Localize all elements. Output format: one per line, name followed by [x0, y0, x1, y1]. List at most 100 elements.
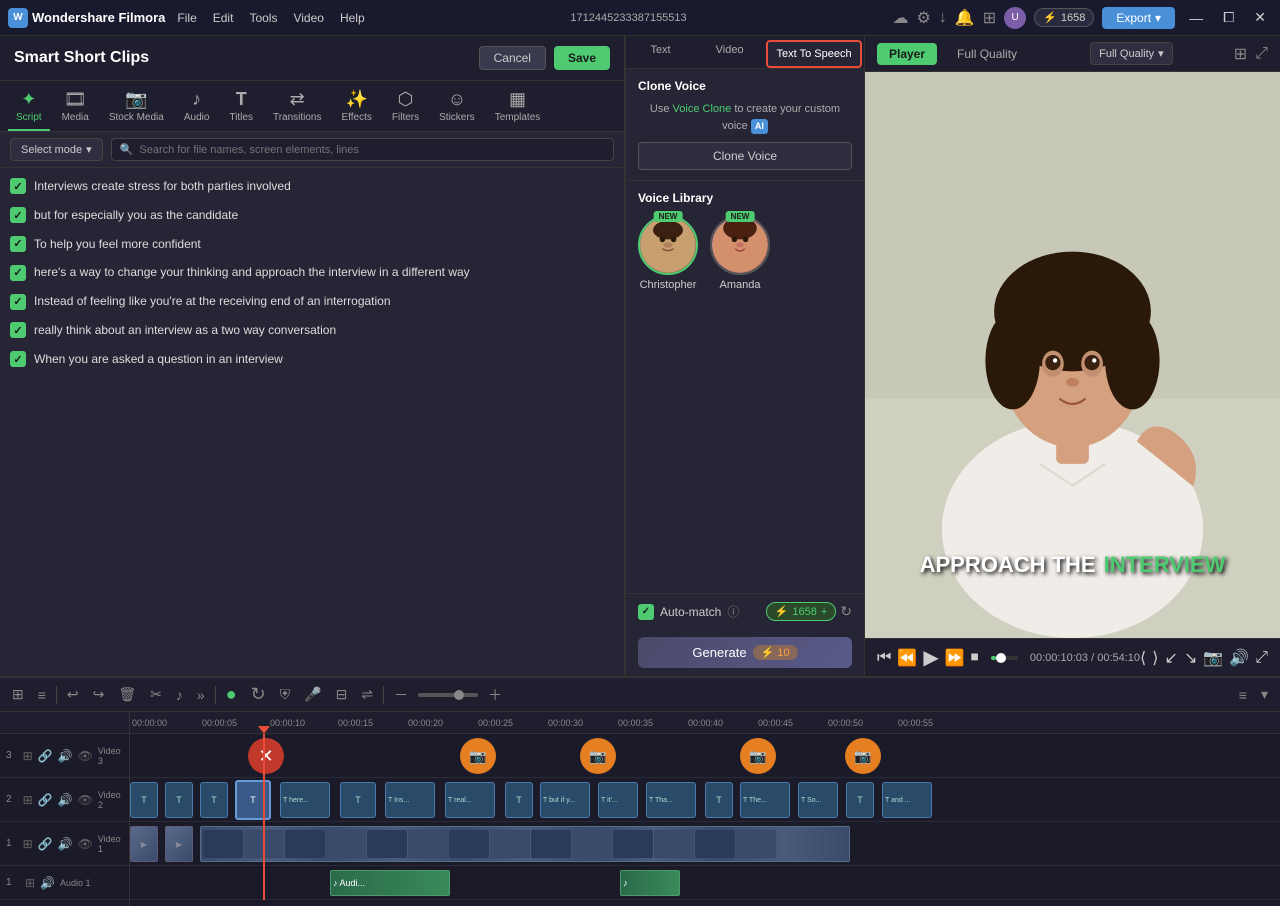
- text-clip-9[interactable]: T: [705, 782, 733, 818]
- track1-mute-button[interactable]: 🔊: [57, 836, 74, 852]
- text-clip-here[interactable]: T here...: [280, 782, 330, 818]
- refresh-icon[interactable]: ↻: [840, 603, 852, 620]
- checkbox-7[interactable]: [10, 351, 26, 367]
- text-clip-so[interactable]: T So...: [798, 782, 838, 818]
- music-button[interactable]: ♪: [172, 685, 187, 705]
- tab-script[interactable]: ✦ Script: [8, 85, 50, 131]
- tab-text[interactable]: Text: [626, 36, 695, 68]
- text-clip-3[interactable]: T: [200, 782, 228, 818]
- list-item[interactable]: Interviews create stress for both partie…: [0, 172, 624, 201]
- track3-mute-button[interactable]: 🔊: [57, 748, 74, 764]
- tab-templates[interactable]: ▦ Templates: [487, 85, 549, 131]
- checkbox-1[interactable]: [10, 178, 26, 194]
- step-forward-button[interactable]: ⏩: [945, 648, 965, 668]
- grid-icon[interactable]: ⊞: [983, 8, 996, 28]
- speed-button[interactable]: ●: [222, 682, 241, 707]
- video-clip-thumb-1[interactable]: ▶: [130, 826, 158, 862]
- progress-bar[interactable]: [991, 656, 1018, 660]
- track2-mute-button[interactable]: 🔊: [57, 792, 74, 808]
- tab-effects[interactable]: ✨ Effects: [334, 85, 380, 131]
- volume-button[interactable]: 🔊: [1229, 648, 1249, 668]
- track-settings-button[interactable]: ≡: [34, 685, 50, 705]
- auto-match-checkbox[interactable]: [638, 604, 654, 620]
- checkbox-4[interactable]: [10, 265, 26, 281]
- text-clip-11[interactable]: T: [846, 782, 874, 818]
- cancel-button[interactable]: Cancel: [479, 46, 546, 70]
- mark-in-button[interactable]: ⟨: [1140, 648, 1146, 668]
- cloud-icon[interactable]: ☁: [892, 8, 908, 28]
- checkbox-5[interactable]: [10, 294, 26, 310]
- minimize-button[interactable]: —: [1183, 8, 1209, 28]
- list-item[interactable]: When you are asked a question in an inte…: [0, 345, 624, 374]
- info-icon[interactable]: ⓘ: [727, 603, 739, 620]
- track1-add-button[interactable]: ⊞: [22, 836, 34, 852]
- menu-tools[interactable]: Tools: [249, 11, 277, 25]
- track-chevron[interactable]: ▾: [1257, 684, 1272, 705]
- select-mode-button[interactable]: Select mode ▾: [10, 138, 103, 161]
- tab-filters[interactable]: ⬡ Filters: [384, 85, 427, 131]
- tab-media[interactable]: 🎞 Media: [54, 85, 97, 131]
- insert-button[interactable]: ↙: [1165, 648, 1178, 668]
- zoom-slider[interactable]: [418, 693, 478, 697]
- track1-eye-button[interactable]: 👁: [77, 836, 94, 852]
- user-avatar[interactable]: U: [1004, 7, 1026, 29]
- grid-view-button[interactable]: ⊞: [1234, 44, 1247, 64]
- redo-button[interactable]: ↪: [89, 684, 109, 705]
- voice-item-christopher[interactable]: NEW Christopher: [638, 215, 698, 291]
- checkbox-2[interactable]: [10, 207, 26, 223]
- quality-selector[interactable]: Full Quality ▾: [1090, 42, 1173, 65]
- menu-help[interactable]: Help: [340, 11, 365, 25]
- undo-button[interactable]: ↩: [63, 684, 83, 705]
- export-button[interactable]: Export ▾: [1102, 7, 1175, 29]
- text-clip-and[interactable]: T and ...: [882, 782, 932, 818]
- tab-transitions[interactable]: ⇄ Transitions: [265, 85, 330, 131]
- text-clip-1[interactable]: T: [130, 782, 158, 818]
- text-clip-5[interactable]: T: [340, 782, 376, 818]
- stop-button[interactable]: ⏹: [971, 649, 979, 667]
- delete-button[interactable]: 🗑: [114, 684, 140, 705]
- generate-button[interactable]: Generate ⚡ 10: [638, 637, 852, 668]
- voice-clone-link[interactable]: Voice Clone: [673, 103, 732, 115]
- zoom-in-button[interactable]: ＋: [484, 683, 506, 707]
- clip-orange-4[interactable]: 📷: [845, 738, 881, 774]
- close-button[interactable]: ✕: [1248, 7, 1272, 28]
- playhead-clip[interactable]: ✕: [248, 738, 284, 774]
- track3-eye-button[interactable]: 👁: [77, 748, 94, 764]
- voice-item-amanda[interactable]: NEW Amanda: [710, 215, 770, 291]
- text-clip-2[interactable]: T: [165, 782, 193, 818]
- clip-orange-1[interactable]: 📷: [460, 738, 496, 774]
- checkbox-3[interactable]: [10, 236, 26, 252]
- split-button[interactable]: ✂: [146, 684, 166, 705]
- list-item[interactable]: really think about an interview as a two…: [0, 316, 624, 345]
- snapshot-button[interactable]: 📷: [1203, 648, 1223, 668]
- tab-full-quality[interactable]: Full Quality: [945, 43, 1029, 65]
- track3-add-button[interactable]: ⊞: [22, 748, 34, 764]
- mark-out-button[interactable]: ⟩: [1152, 648, 1158, 668]
- append-button[interactable]: ↘: [1184, 648, 1197, 668]
- track2-link-button[interactable]: 🔗: [37, 792, 54, 808]
- bell-icon[interactable]: 🔔: [955, 8, 975, 28]
- tab-stock-media[interactable]: 📷 Stock Media: [101, 85, 172, 131]
- text-clip-real[interactable]: T real...: [445, 782, 495, 818]
- play-button[interactable]: ▶: [923, 645, 938, 670]
- download-icon[interactable]: ↓: [939, 9, 947, 27]
- audio1-mute-button[interactable]: 🔊: [39, 875, 56, 891]
- track3-link-button[interactable]: 🔗: [37, 748, 54, 764]
- text-clip-tha[interactable]: T Tha...: [646, 782, 696, 818]
- microphone-button[interactable]: 🎤: [300, 684, 325, 705]
- text-clip-butify[interactable]: T but if y...: [540, 782, 590, 818]
- go-start-button[interactable]: ⏮: [877, 649, 891, 667]
- text-clip-ins[interactable]: T Ins...: [385, 782, 435, 818]
- expand-view-button[interactable]: ⤢: [1255, 44, 1268, 64]
- rotation-button[interactable]: ↻: [247, 682, 270, 707]
- menu-file[interactable]: File: [177, 11, 196, 25]
- text-clip-7[interactable]: T: [505, 782, 533, 818]
- track2-eye-button[interactable]: 👁: [77, 792, 94, 808]
- list-item[interactable]: but for especially you as the candidate: [0, 201, 624, 230]
- list-item[interactable]: Instead of feeling like you're at the re…: [0, 287, 624, 316]
- text-clip-selected[interactable]: T: [235, 780, 271, 820]
- tab-stickers[interactable]: ☺ Stickers: [431, 85, 483, 131]
- checkbox-6[interactable]: [10, 322, 26, 338]
- tab-titles[interactable]: T Titles: [221, 85, 261, 131]
- video-main-clip[interactable]: [200, 826, 850, 862]
